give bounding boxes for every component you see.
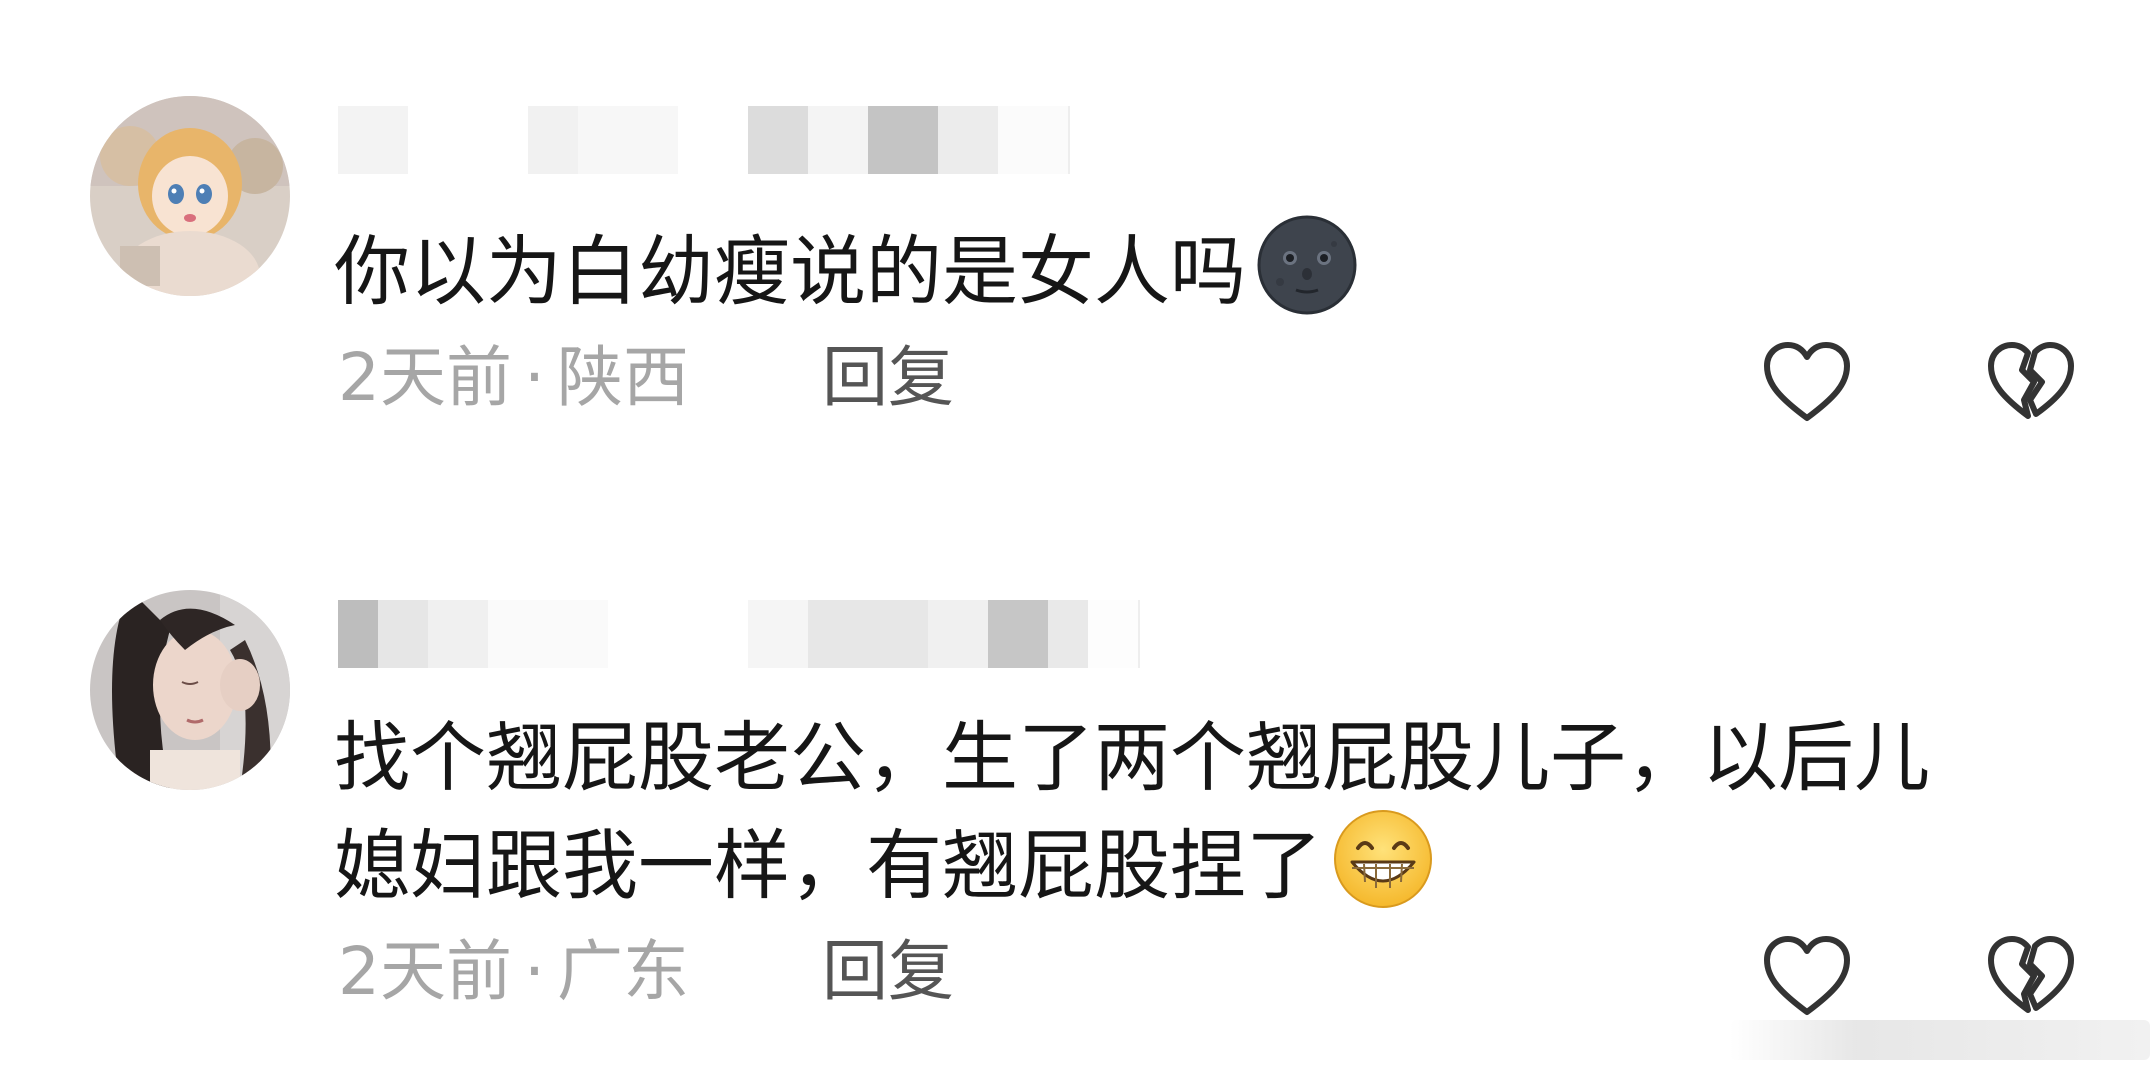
comment-time: 2天前 [338, 933, 512, 1010]
heart-outline-icon[interactable] [1762, 934, 1852, 1020]
comment-meta: 2天前 · 广东 [338, 932, 689, 1012]
avatar[interactable] [90, 590, 290, 790]
comment-text: 媳妇跟我一样，有翘屁股捏了 [334, 808, 1434, 916]
comment-meta: 2天前 · 陕西 [338, 338, 689, 418]
heart-outline-icon[interactable] [1762, 340, 1852, 426]
reply-button[interactable]: 回复 [822, 338, 954, 418]
grinning-face-emoji-icon [1332, 808, 1434, 910]
comment-text-line-2: 媳妇跟我一样，有翘屁股捏了 [334, 821, 1322, 910]
meta-separator: · [524, 933, 545, 1010]
avatar[interactable] [90, 96, 290, 296]
comment-text: 你以为白幼瘦说的是女人吗 [334, 214, 1358, 322]
new-moon-face-emoji-icon [1256, 214, 1358, 316]
comment-location: 广东 [556, 933, 689, 1010]
meta-separator: · [524, 339, 545, 416]
comment-time: 2天前 [338, 339, 512, 416]
watermark-overlay [1730, 1020, 2150, 1060]
broken-heart-outline-icon[interactable] [1986, 340, 2076, 426]
broken-heart-outline-icon[interactable] [1986, 934, 2076, 1020]
comment-text-line: 你以为白幼瘦说的是女人吗 [334, 227, 1246, 316]
reply-button[interactable]: 回复 [822, 932, 954, 1012]
comment-text-line-1: 找个翘屁股老公，生了两个翘屁股儿子，以后儿 [334, 713, 1930, 802]
comment-location: 陕西 [556, 339, 689, 416]
comment-text: 找个翘屁股老公，生了两个翘屁股儿子，以后儿 [334, 708, 1930, 808]
